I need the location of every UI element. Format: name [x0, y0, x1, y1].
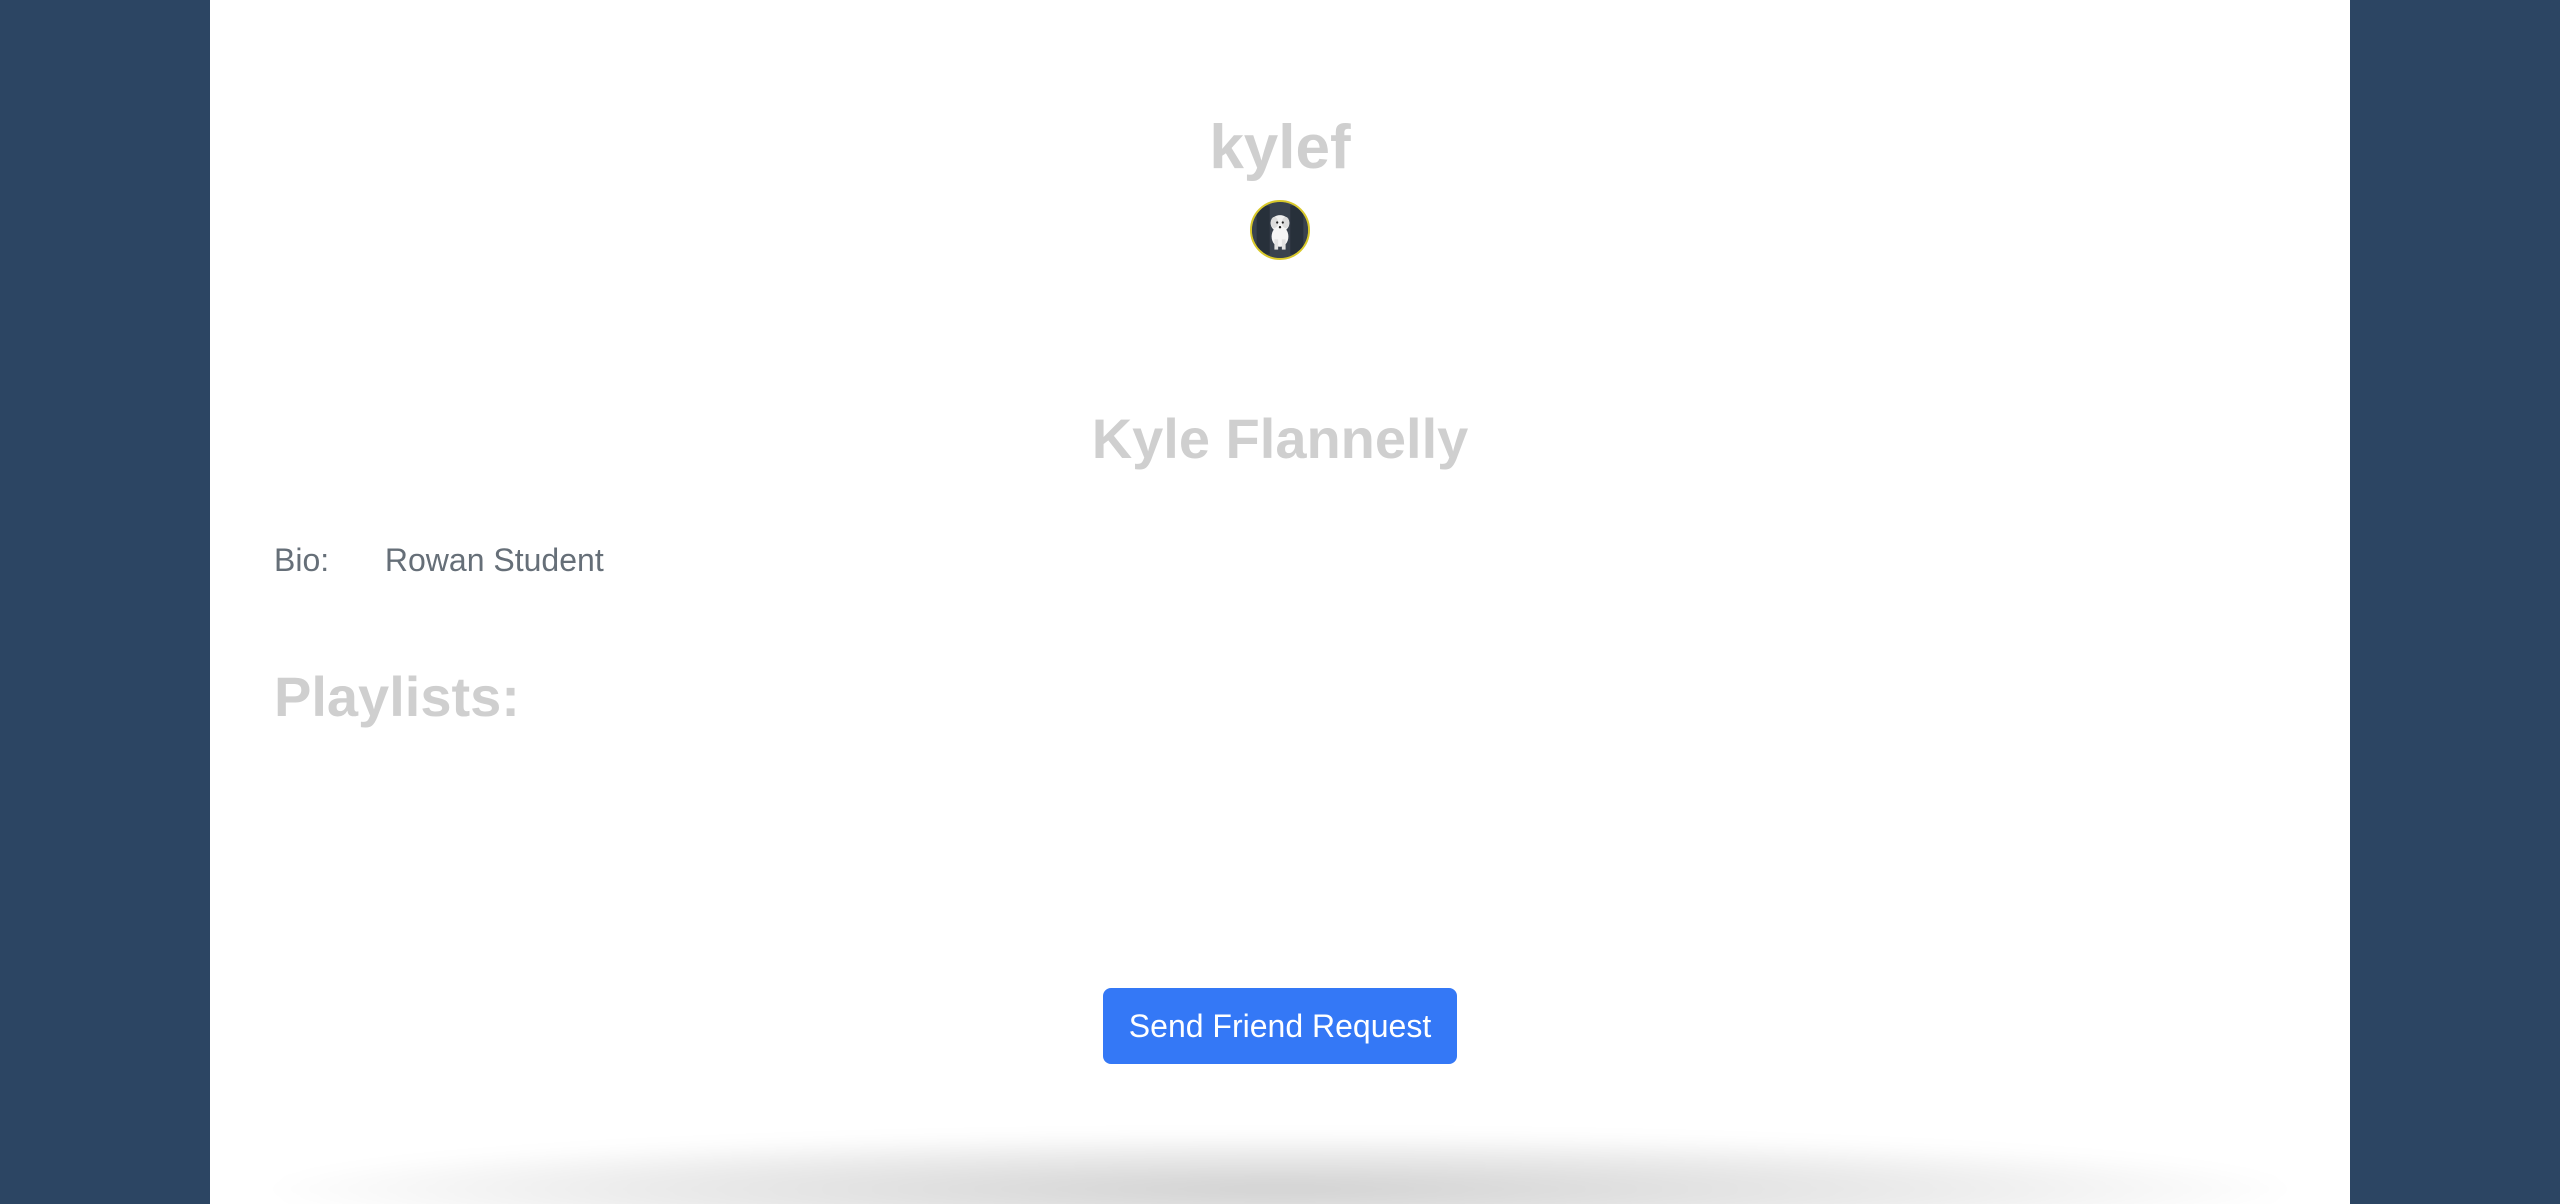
profile-full-name: Kyle Flannelly [1091, 407, 1469, 470]
profile-avatar [1250, 200, 1310, 260]
dog-avatar-icon [1252, 202, 1308, 258]
profile-card: kylef Kyle Flannelly Bio: Rowan Student [210, 0, 2350, 1204]
playlists-title: Playlists: [274, 665, 520, 728]
page: kylef Kyle Flannelly Bio: Rowan Student [0, 0, 2560, 1204]
card-bottom-shadow [270, 1134, 2290, 1204]
bio-label: Bio: [274, 542, 330, 578]
profile-username: kylef [1209, 113, 1351, 182]
profile-bio: Bio: Rowan Student [274, 540, 604, 580]
bio-value: Rowan Student [384, 542, 604, 578]
send-friend-request-button[interactable]: Send Friend Request [1103, 988, 1457, 1064]
